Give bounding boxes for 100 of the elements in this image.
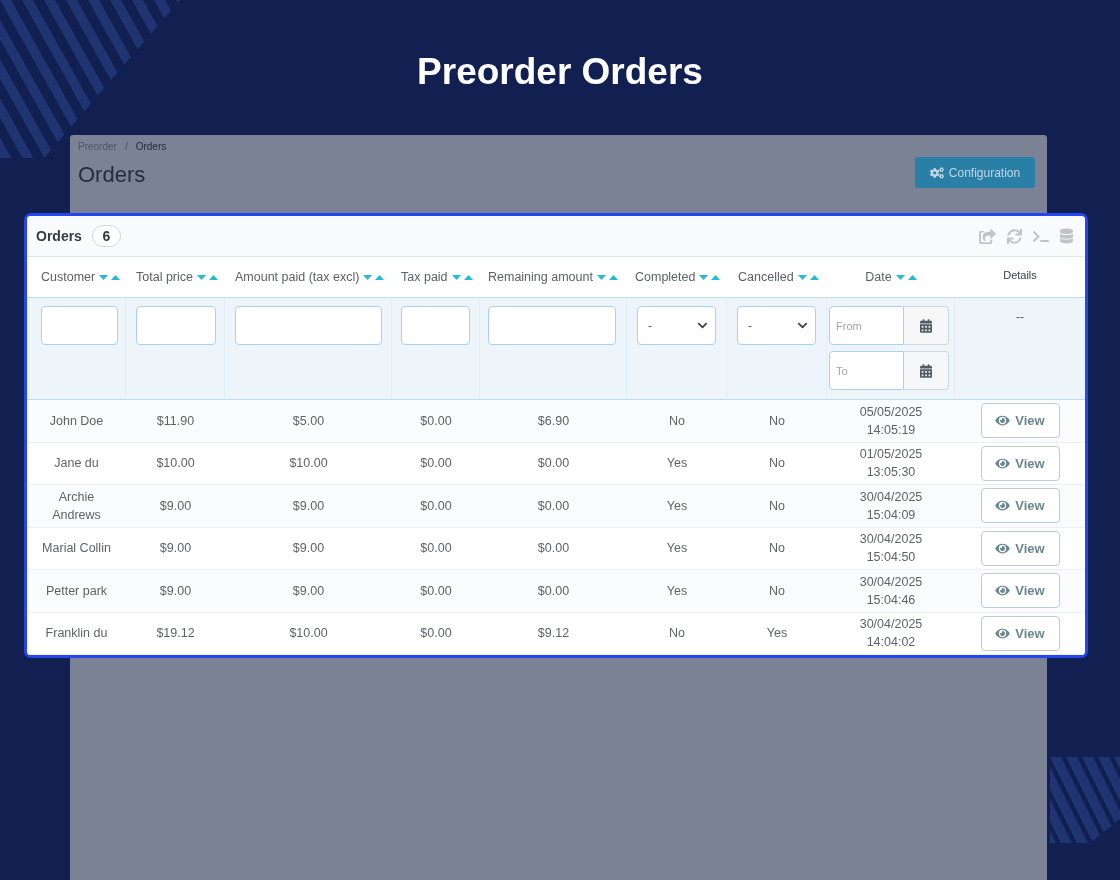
database-icon[interactable] xyxy=(1060,228,1073,244)
amount-paid: $10.00 xyxy=(289,455,328,473)
column-header: Amount paid (tax excl) xyxy=(235,268,360,286)
cancelled-status: No xyxy=(769,455,785,473)
total-price: $10.00 xyxy=(156,455,195,473)
tax-paid: $0.00 xyxy=(420,540,452,558)
column-header: Details xyxy=(1003,267,1037,283)
sort-ascending-icon[interactable] xyxy=(608,274,618,280)
column-header: Completed xyxy=(635,268,696,286)
column-header: Date xyxy=(865,268,892,286)
total-price: $9.00 xyxy=(159,540,192,558)
completed-status: Yes xyxy=(666,540,688,558)
filter-select[interactable]: - xyxy=(637,306,716,345)
completed-status: Yes xyxy=(666,497,688,515)
order-date: 30/04/2025 15:04:50 xyxy=(858,531,924,567)
view-button[interactable]: View xyxy=(980,530,1060,566)
order-date: 30/04/2025 15:04:46 xyxy=(858,573,924,609)
configuration-button[interactable]: Configuration xyxy=(915,157,1035,188)
date-field[interactable]: From xyxy=(829,306,904,345)
view-button[interactable]: View xyxy=(980,488,1060,524)
tax-paid: $0.00 xyxy=(420,455,452,473)
tax-paid: $0.00 xyxy=(420,625,452,643)
eye-icon xyxy=(995,456,1011,470)
sort-descending-icon[interactable] xyxy=(699,274,709,280)
amount-paid: $9.00 xyxy=(292,497,325,515)
eye-icon xyxy=(995,584,1011,598)
remaining-amount: $0.00 xyxy=(537,582,570,600)
calendar-icon xyxy=(920,318,932,333)
remaining-amount: $6.90 xyxy=(537,412,570,430)
order-date: 05/05/2025 14:05:19 xyxy=(858,403,924,439)
page-title: Preorder Orders xyxy=(417,50,703,94)
amount-paid: $5.00 xyxy=(292,412,325,430)
filter-field[interactable] xyxy=(488,306,616,345)
total-price: $19.12 xyxy=(156,625,195,643)
column-header: Cancelled xyxy=(738,268,794,286)
sort-descending-icon[interactable] xyxy=(99,274,109,280)
cancelled-status: No xyxy=(769,540,785,558)
view-button[interactable]: View xyxy=(980,573,1060,609)
tax-paid: $0.00 xyxy=(420,497,452,515)
eye-icon xyxy=(995,626,1011,640)
sort-ascending-icon[interactable] xyxy=(907,274,917,280)
sort-ascending-icon[interactable] xyxy=(809,274,819,280)
remaining-amount: $0.00 xyxy=(537,455,570,473)
export-icon[interactable] xyxy=(979,228,996,244)
sort-ascending-icon[interactable] xyxy=(209,274,218,280)
sort-descending-icon[interactable] xyxy=(363,274,373,280)
cancelled-status: No xyxy=(769,412,785,430)
calendar-button[interactable] xyxy=(904,351,949,390)
filter-field[interactable] xyxy=(401,306,470,345)
filter-select[interactable]: - xyxy=(737,306,816,345)
completed-status: Yes xyxy=(666,582,688,600)
completed-status: No xyxy=(669,625,685,643)
customer-name: Archie Andrews xyxy=(51,488,102,524)
sort-descending-icon[interactable] xyxy=(895,274,905,280)
total-price: $9.00 xyxy=(159,582,192,600)
sort-ascending-icon[interactable] xyxy=(711,274,721,280)
order-count: 6 xyxy=(91,225,121,247)
filter-field[interactable] xyxy=(41,306,118,345)
eye-icon xyxy=(995,414,1011,428)
view-button[interactable]: View xyxy=(980,615,1060,651)
total-price: $11.90 xyxy=(156,412,195,430)
page-heading: Orders xyxy=(78,162,146,188)
cancelled-status: No xyxy=(769,497,785,515)
order-date: 30/04/2025 15:04:09 xyxy=(858,488,924,524)
sort-descending-icon[interactable] xyxy=(197,274,206,280)
view-button[interactable]: View xyxy=(980,445,1060,481)
amount-paid: $10.00 xyxy=(289,625,328,643)
sort-ascending-icon[interactable] xyxy=(111,274,121,280)
panel-title: Orders xyxy=(36,226,82,246)
filter-field[interactable] xyxy=(136,306,216,345)
eye-icon xyxy=(995,541,1011,555)
remaining-amount: $0.00 xyxy=(537,497,570,515)
column-header: Total price xyxy=(136,268,193,286)
amount-paid: $9.00 xyxy=(292,582,325,600)
refresh-icon[interactable] xyxy=(1007,228,1022,244)
tax-paid: $0.00 xyxy=(420,412,452,430)
terminal-icon[interactable] xyxy=(1033,229,1049,243)
sort-descending-icon[interactable] xyxy=(451,274,461,280)
customer-name: Jane du xyxy=(54,455,99,473)
eye-icon xyxy=(995,499,1011,513)
sort-ascending-icon[interactable] xyxy=(375,274,385,280)
details-filter-text: -- xyxy=(1016,309,1024,326)
sort-descending-icon[interactable] xyxy=(797,274,807,280)
date-field[interactable]: To xyxy=(829,351,904,390)
breadcrumb-separator: / xyxy=(123,141,129,153)
sort-descending-icon[interactable] xyxy=(596,274,606,280)
order-date: 01/05/2025 13:05:30 xyxy=(858,446,924,482)
filter-field[interactable] xyxy=(235,306,382,345)
view-button[interactable]: View xyxy=(980,403,1060,439)
sort-ascending-icon[interactable] xyxy=(463,274,473,280)
chevron-down-icon xyxy=(797,320,808,331)
cancelled-status: No xyxy=(769,582,785,600)
remaining-amount: $9.12 xyxy=(537,625,570,643)
calendar-button[interactable] xyxy=(904,306,949,345)
breadcrumb-link[interactable]: Orders xyxy=(135,141,167,153)
customer-name: Franklin du xyxy=(45,625,108,643)
total-price: $9.00 xyxy=(159,497,192,515)
order-date: 30/04/2025 14:04:02 xyxy=(858,616,924,652)
customer-name: Marial Collin xyxy=(42,540,111,558)
tax-paid: $0.00 xyxy=(420,582,452,600)
